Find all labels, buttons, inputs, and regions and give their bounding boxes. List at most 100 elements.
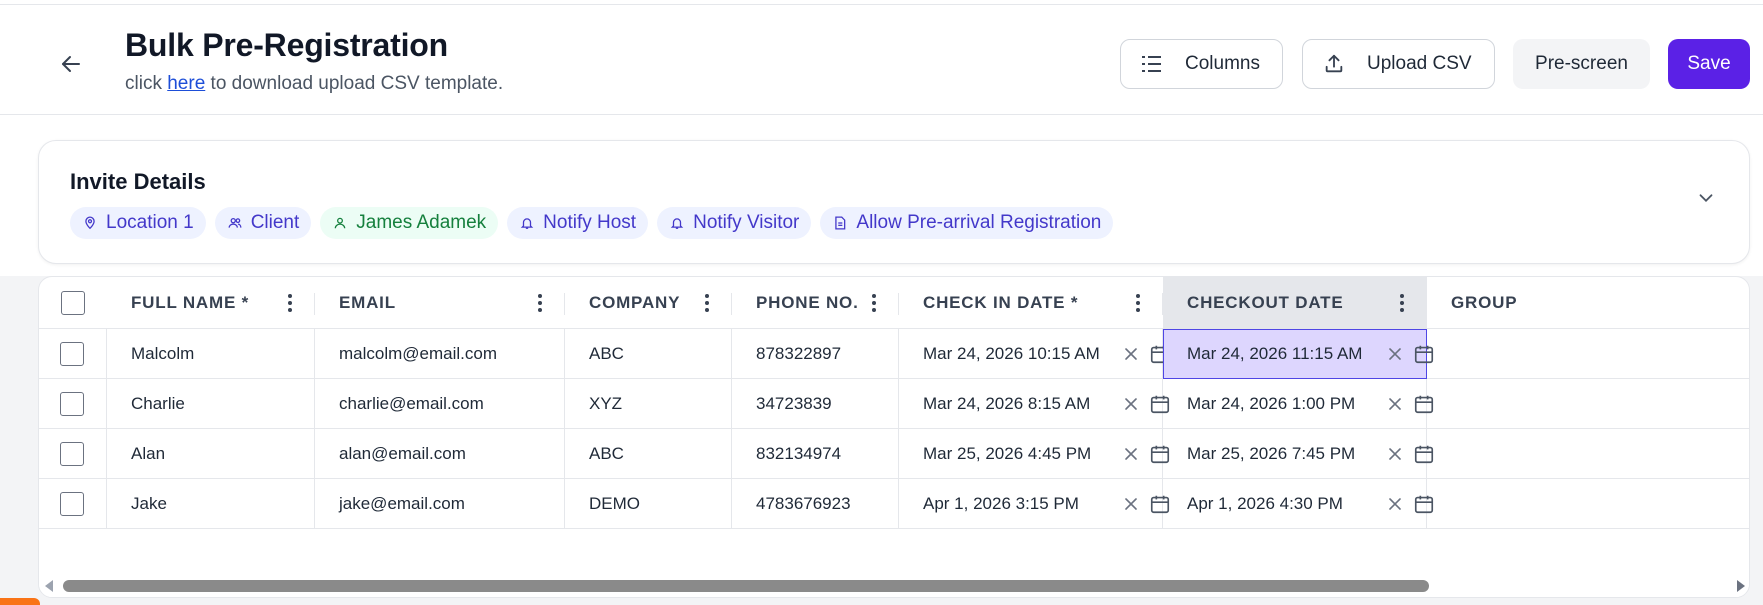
upload-csv-button-label: Upload CSV <box>1367 53 1472 74</box>
chip-location-label: Location 1 <box>106 212 194 233</box>
select-all-checkbox[interactable] <box>61 291 85 315</box>
select-all-header <box>39 277 107 329</box>
cell-email[interactable]: malcolm@email.com <box>315 329 565 379</box>
chevron-down-icon <box>1699 194 1713 203</box>
cell-checkout-date[interactable]: Apr 1, 2026 4:30 PM <box>1163 479 1434 529</box>
save-button[interactable]: Save <box>1668 39 1750 89</box>
cell-value: malcolm@email.com <box>339 343 498 363</box>
column-header-label: EMAIL <box>339 292 396 312</box>
column-header-label: CHECKOUT DATE <box>1187 292 1344 312</box>
download-template-link[interactable]: here <box>167 73 205 94</box>
cell-email[interactable]: alan@email.com <box>315 429 565 479</box>
cell-value: Mar 25, 2026 7:45 PM <box>1187 443 1356 463</box>
column-menu-icon[interactable] <box>537 293 543 313</box>
cell-check-in-date[interactable]: Apr 1, 2026 3:15 PM <box>899 479 1170 529</box>
chip-pre-arrival: Allow Pre-arrival Registration <box>820 207 1114 239</box>
cell-full-name[interactable]: Alan <box>107 429 315 479</box>
column-header-phone: PHONE NO. <box>732 277 899 329</box>
column-menu-icon[interactable] <box>871 293 877 313</box>
cell-full-name[interactable]: Jake <box>107 479 315 529</box>
cell-email[interactable]: charlie@email.com <box>315 379 565 429</box>
cell-full-name[interactable]: Charlie <box>107 379 315 429</box>
columns-button[interactable]: Columns <box>1120 39 1283 89</box>
cell-company[interactable]: ABC <box>565 429 732 479</box>
cell-value: Alan <box>131 443 166 463</box>
clear-date-icon[interactable] <box>1123 496 1139 512</box>
clear-date-icon[interactable] <box>1387 396 1403 412</box>
cell-check-in-date[interactable]: Mar 24, 2026 10:15 AM <box>899 329 1170 379</box>
save-button-label: Save <box>1687 53 1731 74</box>
cell-company[interactable]: DEMO <box>565 479 732 529</box>
prescreen-button[interactable]: Pre-screen <box>1513 39 1650 89</box>
cell-email[interactable]: jake@email.com <box>315 479 565 529</box>
bell-icon <box>519 215 535 231</box>
cell-company[interactable]: XYZ <box>565 379 732 429</box>
row-checkbox[interactable] <box>60 442 84 466</box>
cell-value: Jake <box>131 493 167 513</box>
page-header: Bulk Pre-Registration click here to down… <box>0 5 1763 115</box>
cell-value: jake@email.com <box>339 493 465 513</box>
chip-pre-arrival-label: Allow Pre-arrival Registration <box>856 212 1102 233</box>
cell-phone[interactable]: 878322897 <box>732 329 899 379</box>
cell-value: 878322897 <box>756 343 842 363</box>
invite-chip-list: Location 1 Client James Adamek Notify Ho… <box>70 207 1114 239</box>
cell-value: 34723839 <box>756 393 832 413</box>
template-download-hint: click here to download upload CSV templa… <box>125 73 503 95</box>
column-menu-icon[interactable] <box>287 293 293 313</box>
cell-phone[interactable]: 832134974 <box>732 429 899 479</box>
cell-check-in-date[interactable]: Mar 24, 2026 8:15 AM <box>899 379 1170 429</box>
scroll-left-arrow-icon[interactable] <box>45 580 53 592</box>
column-menu-icon[interactable] <box>1135 293 1141 313</box>
clear-date-icon[interactable] <box>1387 496 1403 512</box>
scroll-right-arrow-icon[interactable] <box>1737 580 1745 592</box>
invite-details-title: Invite Details <box>70 169 206 194</box>
cell-checkout-date[interactable]: Mar 24, 2026 1:00 PM <box>1163 379 1434 429</box>
cell-value: XYZ <box>589 393 623 413</box>
row-select-cell <box>39 379 107 429</box>
chip-client-label: Client <box>250 212 300 233</box>
row-checkbox[interactable] <box>60 492 84 516</box>
cell-value: Apr 1, 2026 4:30 PM <box>1187 493 1343 513</box>
cell-value: 832134974 <box>756 443 842 463</box>
back-button[interactable] <box>54 47 88 81</box>
cell-group[interactable] <box>1427 329 1749 379</box>
clear-date-icon[interactable] <box>1123 446 1139 462</box>
cell-full-name[interactable]: Malcolm <box>107 329 315 379</box>
column-header-full-name: FULL NAME * <box>107 277 315 329</box>
collapse-toggle[interactable] <box>1695 187 1717 209</box>
bulk-pre-registration-page: Bulk Pre-Registration click here to down… <box>0 0 1763 605</box>
hint-prefix: click <box>125 73 162 94</box>
row-select-cell <box>39 479 107 529</box>
column-menu-icon[interactable] <box>704 293 710 313</box>
row-checkbox[interactable] <box>60 392 84 416</box>
map-pin-icon <box>82 215 98 231</box>
cell-checkout-date[interactable]: Mar 24, 2026 11:15 AM <box>1163 329 1434 379</box>
upload-csv-button[interactable]: Upload CSV <box>1302 39 1495 89</box>
column-header-label: GROUP <box>1451 292 1518 312</box>
cell-group[interactable] <box>1427 479 1749 529</box>
cell-group[interactable] <box>1427 379 1749 429</box>
clear-date-icon[interactable] <box>1387 346 1403 362</box>
cell-value: Mar 25, 2026 4:45 PM <box>923 443 1092 463</box>
clear-date-icon[interactable] <box>1123 396 1139 412</box>
document-icon <box>832 215 848 231</box>
cell-check-in-date[interactable]: Mar 25, 2026 4:45 PM <box>899 429 1170 479</box>
column-header-label: PHONE NO. <box>756 292 859 312</box>
cell-phone[interactable]: 4783676923 <box>732 479 899 529</box>
clear-date-icon[interactable] <box>1123 346 1139 362</box>
cell-phone[interactable]: 34723839 <box>732 379 899 429</box>
cell-value: alan@email.com <box>339 443 466 463</box>
row-checkbox[interactable] <box>60 342 84 366</box>
column-menu-icon[interactable] <box>1399 293 1405 313</box>
cell-checkout-date[interactable]: Mar 25, 2026 7:45 PM <box>1163 429 1434 479</box>
clear-date-icon[interactable] <box>1387 446 1403 462</box>
horizontal-scrollbar[interactable] <box>39 571 1749 597</box>
list-icon <box>1141 53 1163 75</box>
scrollbar-thumb[interactable] <box>63 580 1429 592</box>
chip-host-label: James Adamek <box>356 212 487 233</box>
column-header-label: FULL NAME * <box>131 292 250 312</box>
cell-company[interactable]: ABC <box>565 329 732 379</box>
cell-value: Malcolm <box>131 343 195 363</box>
cell-group[interactable] <box>1427 429 1749 479</box>
column-header-check-in-date: CHECK IN DATE * <box>899 277 1163 329</box>
